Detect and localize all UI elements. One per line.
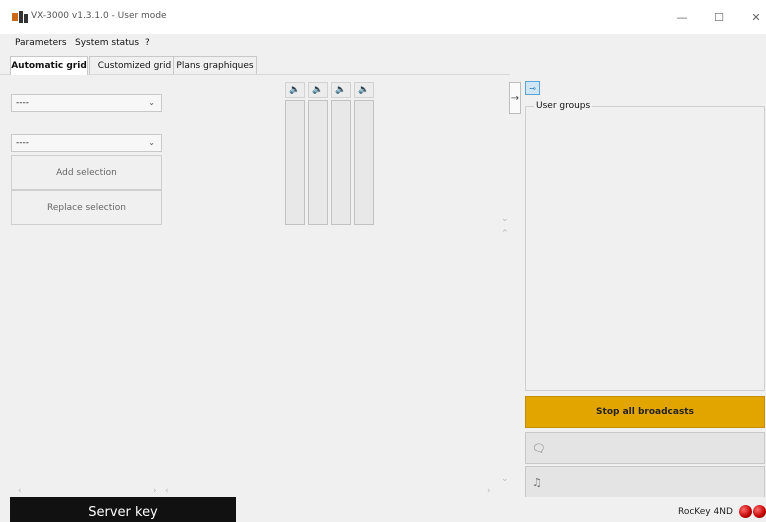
maximize-button[interactable]: ☐ (709, 8, 729, 26)
scroll-left-icon[interactable]: ‹ (165, 486, 169, 496)
speaker-icon: 🔈 (354, 82, 374, 98)
window-title: VX-3000 v1.3.1.0 - User mode (31, 11, 167, 21)
pin-icon[interactable]: ⊸ (525, 81, 540, 95)
menu-help[interactable]: ? (145, 38, 150, 48)
scroll-up-icon[interactable]: ⌃ (501, 229, 509, 239)
speaker-level-slot (354, 100, 374, 225)
speaker-level-slot (308, 100, 328, 225)
music-icon: ♫ (532, 475, 542, 489)
zone-select-1[interactable]: ---- ⌄ (11, 94, 162, 112)
title-bar: VX-3000 v1.3.1.0 - User mode — ☐ ✕ (0, 0, 766, 34)
scroll-down-icon[interactable]: ⌄ (501, 214, 509, 224)
scroll-right-icon[interactable]: › (153, 486, 157, 496)
status-bar: Server key RocKey 4ND (0, 497, 766, 522)
server-key-label: Server key (10, 497, 236, 522)
menu-bar: Parameters System status ? (0, 34, 766, 54)
scroll-left-icon[interactable]: ‹ (18, 486, 22, 496)
status-led-icon (739, 505, 752, 518)
speaker-level-slot (285, 100, 305, 225)
music-button[interactable]: ♫ (525, 466, 765, 498)
speaker-icon: 🔈 (308, 82, 328, 98)
menu-system-status[interactable]: System status (75, 38, 139, 48)
close-button[interactable]: ✕ (746, 8, 766, 26)
zone-select-2[interactable]: ---- ⌄ (11, 134, 162, 152)
speaker-icon: 🔈 (331, 82, 351, 98)
speaker-level-slot (331, 100, 351, 225)
speaker-column[interactable]: 🔈 (354, 82, 374, 225)
speaker-column[interactable]: 🔈 (308, 82, 328, 225)
speaker-icon: 🔈 (285, 82, 305, 98)
tab-automatic-grid[interactable]: Automatic grid (10, 56, 88, 75)
minimize-button[interactable]: — (672, 8, 692, 26)
message-icon: 🗨 (532, 441, 546, 455)
rockey-label: RocKey 4ND (678, 507, 733, 517)
speaker-column[interactable]: 🔈 (331, 82, 351, 225)
status-led-icon (753, 505, 766, 518)
scroll-down-icon[interactable]: ⌄ (501, 474, 509, 484)
scroll-right-icon[interactable]: › (487, 486, 491, 496)
chevron-down-icon: ⌄ (148, 98, 155, 107)
add-selection-button[interactable]: Add selection (11, 155, 162, 190)
tab-plans-graphiques[interactable]: Plans graphiques (173, 56, 257, 74)
right-panel: ⊸ User groups Stop all broadcasts 🗨 ♫ (518, 78, 766, 498)
speaker-column[interactable]: 🔈 (285, 82, 305, 225)
user-groups-title: User groups (534, 101, 593, 111)
menu-parameters[interactable]: Parameters (15, 38, 67, 48)
tab-customized-grid[interactable]: Customized grid (89, 56, 180, 74)
stop-all-broadcasts-button[interactable]: Stop all broadcasts (525, 396, 765, 428)
zone-select-1-value: ---- (16, 98, 29, 108)
replace-selection-button[interactable]: Replace selection (11, 190, 162, 225)
message-button[interactable]: 🗨 (525, 432, 765, 464)
user-groups-box: User groups (525, 101, 765, 391)
chevron-down-icon: ⌄ (148, 138, 155, 147)
zone-select-2-value: ---- (16, 138, 29, 148)
app-logo-icon (12, 11, 28, 23)
